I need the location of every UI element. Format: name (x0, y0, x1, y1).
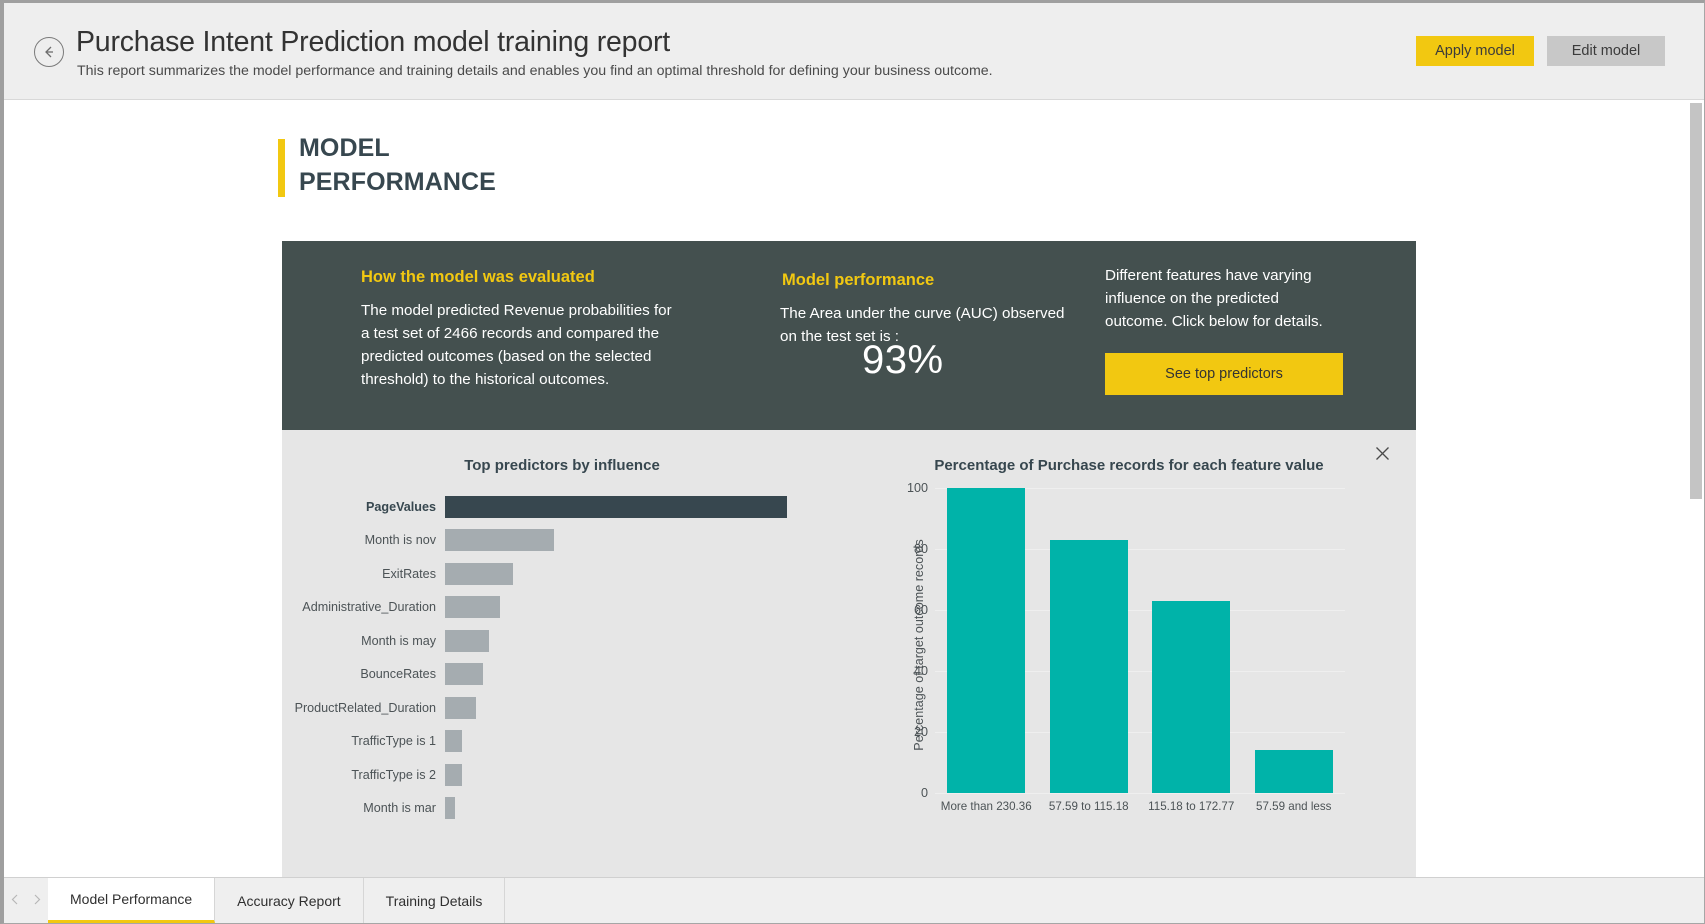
predictor-bar-row[interactable]: Month is mar (282, 792, 842, 826)
predictor-label: Month is may (282, 634, 445, 648)
feature-value-chart: Percentage of Purchase records for each … (842, 430, 1416, 881)
performance-heading: Model performance (782, 271, 934, 290)
x-axis-tick: 57.59 to 115.18 (1038, 800, 1141, 813)
section-title: MODEL PERFORMANCE (299, 131, 496, 199)
section-title-line2: PERFORMANCE (299, 165, 496, 199)
predictor-label: Administrative_Duration (282, 600, 445, 614)
predictor-bar-row[interactable]: Month is nov (282, 524, 842, 558)
predictor-bar-row[interactable]: TrafficType is 1 (282, 725, 842, 759)
x-axis-tick: 57.59 and less (1243, 800, 1346, 813)
top-predictors-chart: Top predictors by influence PageValues Mo… (282, 430, 842, 881)
page-title: Purchase Intent Prediction model trainin… (76, 26, 670, 59)
top-predictors-panel: Top predictors by influence PageValues Mo… (282, 430, 1416, 881)
predictor-bar[interactable] (445, 496, 787, 518)
y-axis-label: Percentage of target outcome records (912, 539, 926, 750)
back-arrow-icon[interactable] (34, 37, 64, 67)
predictor-label: Month is nov (282, 533, 445, 547)
feature-value-plot: Percentage of target outcome records 020… (935, 488, 1345, 793)
predictor-label: PageValues (282, 500, 445, 514)
chevron-right-icon[interactable] (33, 892, 42, 910)
predictor-bar[interactable] (445, 730, 462, 752)
predictor-bar-row[interactable]: Administrative_Duration (282, 591, 842, 625)
predictor-bar[interactable] (445, 797, 455, 819)
auc-value: 93% (862, 338, 944, 383)
predictor-bar[interactable] (445, 596, 500, 618)
feature-value-bar[interactable] (1255, 750, 1333, 793)
feature-value-bar[interactable] (947, 488, 1025, 793)
predictor-label: BounceRates (282, 667, 445, 681)
predictor-label: Month is mar (282, 801, 445, 815)
vertical-scrollbar[interactable] (1688, 102, 1703, 881)
x-axis-tick: More than 230.36 (935, 800, 1038, 813)
tab-navigation (4, 878, 48, 923)
predictor-bar-row[interactable]: PageValues (282, 490, 842, 524)
predictor-bar-row[interactable]: Month is may (282, 624, 842, 658)
section-accent-bar (278, 139, 285, 197)
chevron-left-icon[interactable] (10, 892, 19, 910)
predictor-label: TrafficType is 2 (282, 768, 445, 782)
predictor-bar-row[interactable]: BounceRates (282, 658, 842, 692)
predictor-bar-row[interactable]: ExitRates (282, 557, 842, 591)
section-title-line1: MODEL (299, 131, 496, 165)
x-axis-tick: 115.18 to 172.77 (1140, 800, 1243, 813)
y-axis-tick: 60 (914, 603, 928, 617)
report-window: Purchase Intent Prediction model trainin… (0, 0, 1705, 924)
predictor-label: ProductRelated_Duration (282, 701, 445, 715)
scrollbar-thumb[interactable] (1690, 103, 1702, 499)
y-axis-tick: 40 (914, 664, 928, 678)
see-top-predictors-button[interactable]: See top predictors (1105, 353, 1343, 395)
predictor-bar[interactable] (445, 529, 554, 551)
predictor-bar[interactable] (445, 563, 513, 585)
y-axis-tick: 80 (914, 542, 928, 556)
page-tab-bar: Model PerformanceAccuracy ReportTraining… (4, 877, 1704, 923)
apply-model-button[interactable]: Apply model (1416, 36, 1534, 66)
y-axis-tick: 20 (914, 725, 928, 739)
feature-value-bar[interactable] (1152, 601, 1230, 793)
tab-bar-filler (505, 878, 1704, 923)
predictor-bar[interactable] (445, 697, 476, 719)
predictor-bar-row[interactable]: ProductRelated_Duration (282, 691, 842, 725)
evaluation-heading: How the model was evaluated (361, 268, 595, 287)
predictor-bar[interactable] (445, 764, 462, 786)
evaluation-text: The model predicted Revenue probabilitie… (361, 299, 681, 391)
feature-value-bar[interactable] (1050, 540, 1128, 793)
chart-title-right: Percentage of Purchase records for each … (842, 457, 1416, 474)
report-canvas: MODEL PERFORMANCE How the model was eval… (4, 101, 1704, 881)
report-header: Purchase Intent Prediction model trainin… (4, 3, 1704, 100)
edit-model-button[interactable]: Edit model (1547, 36, 1665, 66)
features-text: Different features have varying influenc… (1105, 264, 1345, 333)
predictor-label: ExitRates (282, 567, 445, 581)
gridline (935, 793, 1345, 794)
predictor-bar[interactable] (445, 630, 489, 652)
tab-list: Model PerformanceAccuracy ReportTraining… (48, 878, 505, 923)
predictor-label: TrafficType is 1 (282, 734, 445, 748)
tab-accuracy-report[interactable]: Accuracy Report (215, 878, 363, 923)
predictor-bar-rows: PageValues Month is nov ExitRates Administr… (282, 490, 842, 825)
predictor-bar-row[interactable]: TrafficType is 2 (282, 758, 842, 792)
predictor-bar[interactable] (445, 663, 483, 685)
y-axis-tick: 0 (921, 786, 928, 800)
model-summary-panel: How the model was evaluated The model pr… (282, 241, 1416, 430)
chart-title-left: Top predictors by influence (282, 457, 842, 474)
tab-model-performance[interactable]: Model Performance (48, 878, 215, 923)
y-axis-tick: 100 (907, 481, 928, 495)
tab-training-details[interactable]: Training Details (364, 878, 506, 923)
page-subtitle: This report summarizes the model perform… (77, 63, 993, 79)
